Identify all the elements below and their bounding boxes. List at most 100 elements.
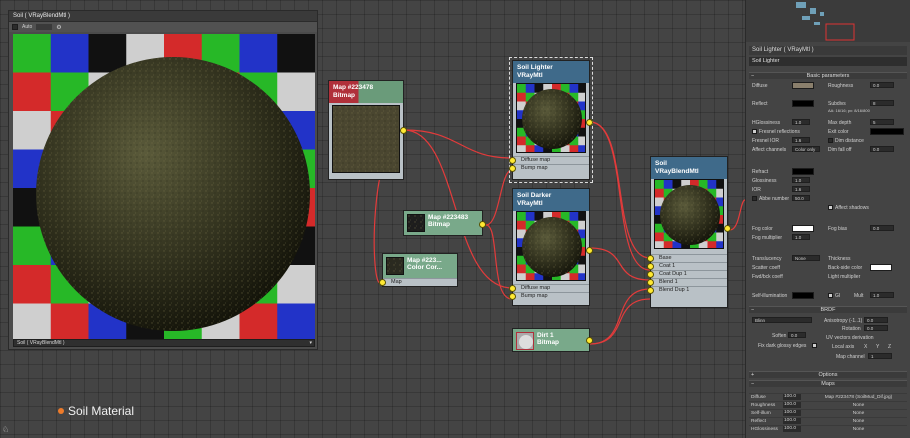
node-darker-slot-bump[interactable]: Bump map bbox=[509, 292, 589, 300]
roughness-field[interactable]: 0.0 bbox=[870, 82, 894, 88]
preview-material-select[interactable]: Soil ( VRayBlendMtl ) ▾ bbox=[13, 339, 315, 347]
ior-field[interactable]: 1.6 bbox=[792, 186, 810, 192]
affect-shadows-checkbox[interactable] bbox=[828, 205, 833, 210]
backside-label: Back-side color bbox=[828, 265, 863, 271]
reflect-swatch[interactable] bbox=[792, 100, 814, 107]
node-colorcorr-input[interactable] bbox=[379, 279, 386, 286]
abbe-checkbox[interactable] bbox=[752, 196, 757, 201]
fog-mult-field[interactable]: 1.0 bbox=[792, 234, 810, 240]
dim-distance-checkbox[interactable] bbox=[828, 138, 833, 143]
map-row-amount[interactable]: 100.0 bbox=[783, 402, 801, 408]
self-illum-swatch[interactable] bbox=[792, 292, 814, 299]
map-row-amount[interactable]: 100.0 bbox=[783, 410, 801, 416]
rotation-field[interactable]: 0.0 bbox=[864, 325, 888, 331]
map-row-diffuse[interactable]: Diffuse 100.0 Map #223478 (SoilMud_Dif.j… bbox=[749, 393, 907, 400]
map-row-slot[interactable]: None bbox=[811, 410, 906, 417]
map-row-slot[interactable]: None bbox=[811, 418, 906, 425]
material-name-field[interactable]: Soil Lighter bbox=[749, 57, 907, 66]
node-blend-slot-coatdup1[interactable]: Coat Dup 1 bbox=[647, 270, 727, 278]
material-parameter-panel: Soil Lighter ( VRayMtl ) Soil Lighter − B… bbox=[745, 0, 910, 438]
node-soil-darker[interactable]: Soil Darker VRayMtl Diffuse map Bump map bbox=[509, 188, 593, 306]
map-row-self-illum[interactable]: Self-illum 100.0 None bbox=[749, 409, 907, 416]
node-dirt-title: Dirt 1 bbox=[537, 332, 554, 339]
brdf-type-select[interactable]: Blinn bbox=[752, 317, 812, 323]
fresnel-ior-field[interactable]: 1.6 bbox=[792, 137, 810, 143]
map-row-slot[interactable]: None bbox=[811, 426, 906, 433]
map-row-reflect[interactable]: Reflect 100.0 None bbox=[749, 417, 907, 424]
exit-color-label: Exit color bbox=[828, 129, 849, 135]
refract-swatch[interactable] bbox=[792, 168, 814, 175]
node-lighter-output[interactable] bbox=[586, 119, 593, 126]
preview-render bbox=[13, 34, 315, 342]
node-dirt-output[interactable] bbox=[586, 337, 593, 344]
max-depth-field[interactable]: 5 bbox=[870, 119, 894, 125]
map-row-slot[interactable]: Map #223478 (SoilMud_Dif.jpg) bbox=[811, 394, 906, 401]
slot-label: Base bbox=[659, 255, 672, 261]
auto-checkbox[interactable] bbox=[12, 24, 18, 30]
brdf-rollout[interactable]: − BRDF bbox=[749, 306, 907, 313]
node-lighter-slot-bump[interactable]: Bump map bbox=[509, 164, 589, 172]
node-bitmap-1[interactable]: Map #223478 Bitmap bbox=[328, 80, 407, 180]
node-colorcorr-thumbnail bbox=[386, 257, 404, 275]
options-icon[interactable]: ⚙ bbox=[56, 24, 61, 31]
node-dirt[interactable]: Dirt 1 Bitmap bbox=[512, 328, 593, 352]
gi-checkbox[interactable] bbox=[828, 293, 833, 298]
backside-swatch[interactable] bbox=[870, 264, 892, 271]
preview-title: Soil ( VRayBlendMtl ) bbox=[9, 11, 317, 22]
node-bitmap-2[interactable]: Map #223483 Bitmap bbox=[403, 210, 486, 236]
maps-rollout[interactable]: − Maps bbox=[749, 380, 907, 387]
options-rollout[interactable]: + Options bbox=[749, 371, 907, 378]
map-row-roughness[interactable]: Roughness 100.0 None bbox=[749, 401, 907, 408]
map-channel-field[interactable]: 1 bbox=[868, 353, 892, 359]
map-row-amount[interactable]: 100.0 bbox=[783, 426, 801, 432]
affect-channels-select[interactable]: Color only bbox=[792, 146, 820, 152]
translucency-select[interactable]: None bbox=[792, 255, 820, 261]
node-blend-slot-blenddup1[interactable]: Blend Dup 1 bbox=[647, 286, 727, 294]
node-soil-lighter[interactable]: Soil Lighter VRayMtl Diffuse map Bump ma… bbox=[509, 57, 593, 183]
material-preview-window[interactable]: Soil ( VRayBlendMtl ) Auto ⚙ Soil ( VRay… bbox=[8, 10, 318, 350]
slot-label: Bump map bbox=[521, 165, 548, 171]
mult-field[interactable]: 1.0 bbox=[870, 292, 894, 298]
node-dirt-thumbnail bbox=[516, 332, 534, 350]
fog-color-swatch[interactable] bbox=[792, 225, 814, 232]
rotation-label: Rotation bbox=[842, 326, 861, 332]
node-bitmap-1-output[interactable] bbox=[400, 127, 407, 134]
fresnel-checkbox[interactable] bbox=[752, 129, 757, 134]
map-row-slot[interactable]: None bbox=[811, 402, 906, 409]
node-blend-slot-blend1[interactable]: Blend 1 bbox=[647, 278, 727, 286]
glossiness-field[interactable]: 1.0 bbox=[792, 177, 810, 183]
node-bitmap-2-output[interactable] bbox=[479, 221, 486, 228]
node-blend-output[interactable] bbox=[724, 225, 731, 232]
node-blend-slot-coat1[interactable]: Coat 1 bbox=[647, 262, 727, 270]
node-soil-blend[interactable]: Soil VRayBlendMtl Base Coat 1 Coat Dup 1… bbox=[647, 156, 731, 308]
hglossiness-field[interactable]: 1.0 bbox=[792, 119, 810, 125]
node-bitmap-2-type: Bitmap bbox=[428, 221, 451, 228]
navigator-map[interactable] bbox=[746, 0, 910, 42]
node-blend-slot-base[interactable]: Base bbox=[647, 254, 727, 262]
update-button[interactable] bbox=[36, 24, 53, 30]
node-colorcorr-slot-map[interactable]: Map bbox=[379, 278, 457, 286]
abbe-field[interactable]: 50.0 bbox=[792, 195, 810, 201]
bullet-icon bbox=[58, 408, 64, 414]
preview-toolbar: Auto ⚙ bbox=[9, 22, 317, 32]
map-row-amount[interactable]: 100.0 bbox=[783, 394, 801, 400]
node-color-correction[interactable]: Map #223... Color Cor... Map bbox=[379, 253, 458, 287]
anisotropy-field[interactable]: 0.0 bbox=[864, 317, 888, 323]
basic-params-rollout[interactable]: − Basic parameters bbox=[749, 72, 907, 79]
fix-dark-checkbox[interactable] bbox=[812, 343, 817, 348]
map-row-amount[interactable]: 100.0 bbox=[783, 418, 801, 424]
dim-falloff-field[interactable]: 0.0 bbox=[870, 146, 894, 152]
slot-label: Blend Dup 1 bbox=[659, 287, 690, 293]
soften-field[interactable]: 0.0 bbox=[788, 332, 806, 338]
node-darker-slot-diffuse[interactable]: Diffuse map bbox=[509, 284, 589, 292]
diffuse-swatch[interactable] bbox=[792, 82, 814, 89]
fog-bias-field[interactable]: 0.0 bbox=[870, 225, 894, 231]
subdivs-field[interactable]: 8 bbox=[870, 100, 894, 106]
node-darker-output[interactable] bbox=[586, 247, 593, 254]
node-lighter-slot-diffuse[interactable]: Diffuse map bbox=[509, 156, 589, 164]
pan-hand-icon[interactable]: ♘ bbox=[2, 425, 9, 434]
map-row-hglossiness[interactable]: HGlossiness 100.0 None bbox=[749, 425, 907, 432]
exit-color-swatch[interactable] bbox=[870, 128, 904, 135]
roughness-label: Roughness bbox=[828, 83, 854, 89]
node-dirt-type: Bitmap bbox=[537, 339, 560, 346]
